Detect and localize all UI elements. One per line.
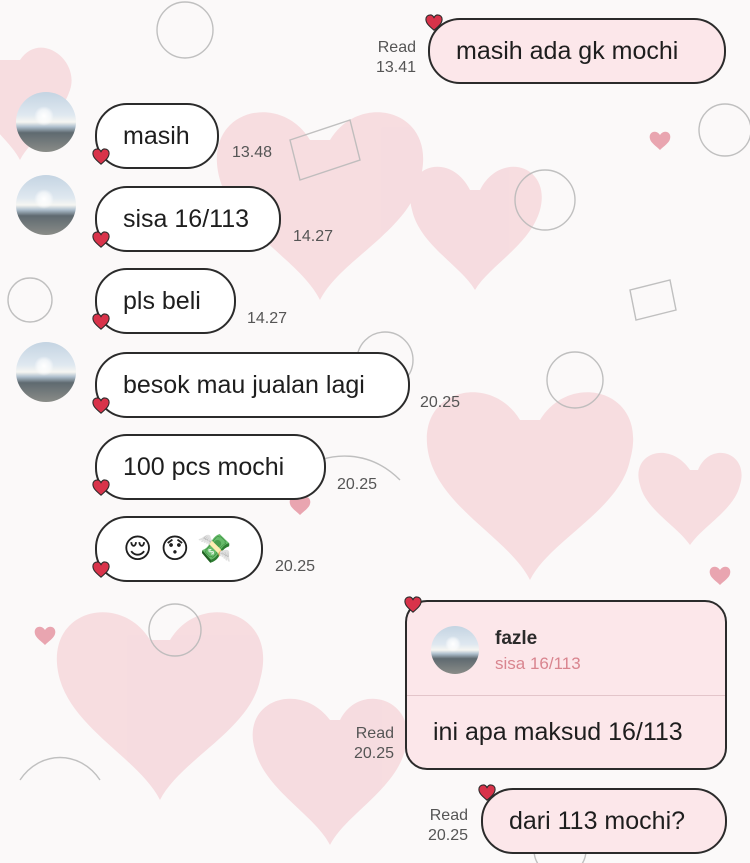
- heart-icon: [92, 479, 110, 496]
- message-text: masih ada gk mochi: [456, 36, 679, 65]
- message-time: 13.48: [232, 144, 273, 161]
- heart-icon: [478, 784, 496, 801]
- heart-icon: [92, 148, 110, 165]
- read-label: Read: [355, 725, 394, 742]
- reply-message-bubble[interactable]: fazle sisa 16/113 ini apa maksud 16/113: [405, 600, 727, 770]
- message-bubble-incoming[interactable]: 😌 😯 💸: [95, 516, 263, 582]
- heart-icon: [404, 596, 422, 613]
- message-bubble-outgoing[interactable]: masih ada gk mochi: [428, 18, 726, 84]
- heart-icon: [92, 231, 110, 248]
- message-time: 20.25: [420, 394, 461, 411]
- reply-divider: [407, 695, 725, 696]
- message-text: masih: [123, 121, 190, 150]
- money-wings-emoji: 💸: [197, 532, 233, 565]
- message-text: ini apa maksud 16/113: [433, 718, 683, 746]
- heart-icon: [92, 313, 110, 330]
- message-text: sisa 16/113: [123, 204, 250, 233]
- read-label: Read: [377, 39, 416, 56]
- message-time: 20.25: [275, 558, 316, 575]
- quoted-avatar: [431, 626, 479, 674]
- read-status: Read 20.25: [346, 724, 394, 764]
- read-status: Read 13.41: [368, 38, 416, 78]
- message-time: 13.41: [375, 59, 416, 76]
- message-text: pls beli: [123, 286, 201, 315]
- message-bubble-incoming[interactable]: pls beli: [95, 268, 236, 334]
- message-bubble-incoming[interactable]: besok mau jualan lagi: [95, 352, 410, 418]
- message-bubble-incoming[interactable]: masih: [95, 103, 219, 169]
- heart-icon: [92, 397, 110, 414]
- message-time: 20.25: [427, 827, 468, 844]
- quoted-sender-name: fazle: [495, 628, 538, 649]
- message-text: besok mau jualan lagi: [123, 370, 365, 399]
- message-time: 20.25: [353, 745, 394, 762]
- message-text: 100 pcs mochi: [123, 452, 285, 481]
- heart-icon: [92, 561, 110, 578]
- message-time: 14.27: [247, 310, 288, 327]
- hushed-emoji: 😯: [160, 532, 190, 565]
- message-bubble-incoming[interactable]: 100 pcs mochi: [95, 434, 326, 500]
- avatar[interactable]: [16, 175, 76, 235]
- relieved-emoji: 😌: [123, 532, 153, 565]
- message-time: 14.27: [293, 228, 334, 245]
- quoted-message-text: sisa 16/113: [495, 654, 581, 673]
- message-time: 20.25: [337, 476, 378, 493]
- read-status: Read 20.25: [420, 806, 468, 846]
- message-text: dari 113 mochi?: [509, 806, 686, 835]
- avatar[interactable]: [16, 92, 76, 152]
- avatar[interactable]: [16, 342, 76, 402]
- heart-icon: [425, 14, 443, 31]
- read-label: Read: [429, 807, 468, 824]
- message-bubble-outgoing[interactable]: dari 113 mochi?: [481, 788, 727, 854]
- message-bubble-incoming[interactable]: sisa 16/113: [95, 186, 281, 252]
